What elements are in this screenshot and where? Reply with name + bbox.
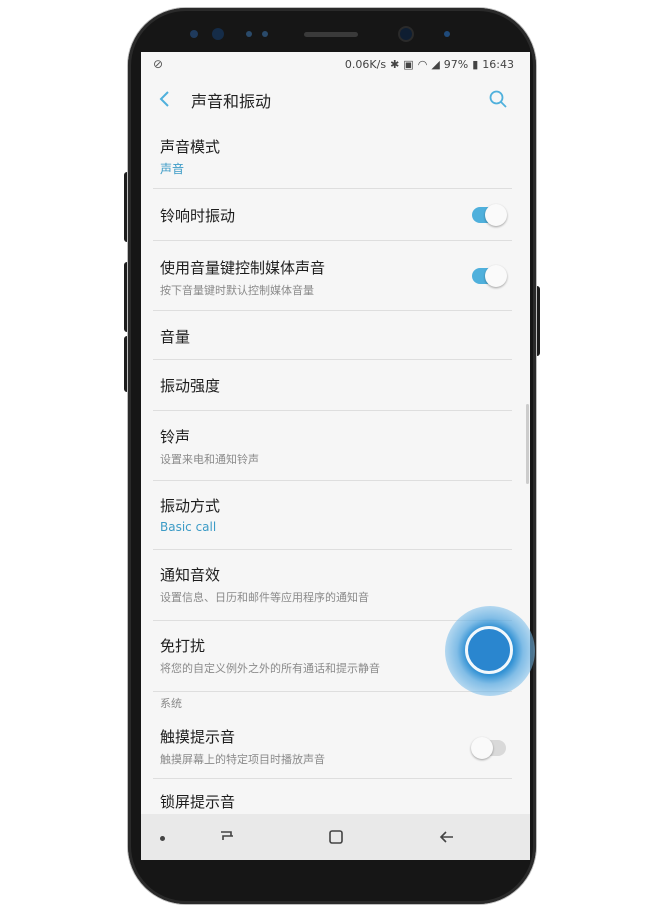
setting-subtitle: 按下音量键时默认控制媒体音量 <box>160 284 314 297</box>
section-header-label: 系统 <box>160 697 182 710</box>
setting-vibration-intensity[interactable]: 振动强度 <box>153 360 512 411</box>
setting-volume[interactable]: 音量 <box>153 311 512 360</box>
volume-keys-toggle[interactable] <box>472 265 507 287</box>
sensor-icon <box>190 30 198 38</box>
iris-camera-icon <box>212 28 224 40</box>
status-bar: ⊘ 0.06K/s ✱ ▣ ◠ ◢ 97% ▮ 16:43 <box>141 52 530 76</box>
earpiece-speaker <box>304 32 358 37</box>
setting-title: 振动方式 <box>160 497 221 515</box>
do-not-disturb-status-icon: ⊘ <box>153 57 164 71</box>
setting-sound-mode[interactable]: 声音模式 声音 <box>153 122 512 189</box>
signal-icon: ◢ <box>431 57 440 71</box>
nav-back-icon[interactable] <box>437 828 457 846</box>
setting-value: Basic call <box>160 520 217 534</box>
setting-notification-sound[interactable]: 通知音效 设置信息、日历和邮件等应用程序的通知音 <box>153 550 512 621</box>
app-bar: 声音和振动 <box>141 76 530 122</box>
setting-subtitle: 设置信息、日历和邮件等应用程序的通知音 <box>160 591 369 604</box>
vibrate-icon: ▣ <box>403 57 414 71</box>
battery-percent: 97% <box>443 57 469 71</box>
search-icon[interactable] <box>488 89 508 109</box>
page-title: 声音和振动 <box>191 92 272 111</box>
settings-list: 声音模式 声音 铃响时振动 使用音量键控制媒体声音 按下音量键时默认控制媒体音量… <box>141 122 530 819</box>
setting-vibration-pattern[interactable]: 振动方式 Basic call <box>153 481 512 550</box>
front-camera-icon <box>400 28 412 40</box>
setting-subtitle: 设置来电和通知铃声 <box>160 453 259 466</box>
vibrate-ring-toggle[interactable] <box>472 204 507 226</box>
bluetooth-icon: ✱ <box>390 57 400 71</box>
setting-subtitle: 将您的自定义例外之外的所有通话和提示静音 <box>160 662 380 675</box>
setting-title: 免打扰 <box>160 637 206 655</box>
setting-title: 铃声 <box>160 428 191 446</box>
setting-value: 声音 <box>160 162 185 176</box>
touch-indicator-icon <box>465 626 513 674</box>
setting-title: 锁屏提示音 <box>160 793 236 811</box>
iris-led-icon <box>444 31 450 37</box>
home-button-icon[interactable] <box>327 828 345 846</box>
section-header-system: 系统 <box>141 692 530 716</box>
setting-vibrate-when-ringing[interactable]: 铃响时振动 <box>153 189 512 241</box>
wifi-icon: ◠ <box>417 57 428 71</box>
setting-title: 使用音量键控制媒体声音 <box>160 259 326 277</box>
navigation-bar <box>141 814 530 860</box>
light-sensor-icon <box>262 31 268 37</box>
clock: 16:43 <box>482 57 514 71</box>
phone-screen: ⊘ 0.06K/s ✱ ▣ ◠ ◢ 97% ▮ 16:43 声音和振动 声音模式… <box>141 52 530 860</box>
proximity-sensor-icon <box>246 31 252 37</box>
setting-touch-sound[interactable]: 触摸提示音 触摸屏幕上的特定项目时播放声音 <box>153 716 512 779</box>
network-speed: 0.06K/s <box>344 57 387 71</box>
setting-lock-sound-partial[interactable]: 锁屏提示音 <box>153 779 512 819</box>
setting-volume-keys-media[interactable]: 使用音量键控制媒体声音 按下音量键时默认控制媒体音量 <box>153 241 512 311</box>
setting-title: 通知音效 <box>160 566 221 584</box>
touch-sound-toggle[interactable] <box>471 737 506 759</box>
scrollbar[interactable] <box>526 404 529 484</box>
setting-subtitle: 触摸屏幕上的特定项目时播放声音 <box>160 753 325 766</box>
battery-icon: ▮ <box>472 57 479 71</box>
setting-title: 振动强度 <box>160 377 221 395</box>
setting-title: 声音模式 <box>160 138 221 156</box>
back-arrow-icon[interactable] <box>155 88 175 110</box>
nav-hide-dot-icon[interactable] <box>160 836 165 841</box>
setting-title: 铃响时振动 <box>160 207 236 225</box>
setting-title: 音量 <box>160 328 191 346</box>
setting-title: 触摸提示音 <box>160 728 236 746</box>
setting-ringtone[interactable]: 铃声 设置来电和通知铃声 <box>153 411 512 481</box>
recent-apps-icon[interactable] <box>217 827 237 845</box>
